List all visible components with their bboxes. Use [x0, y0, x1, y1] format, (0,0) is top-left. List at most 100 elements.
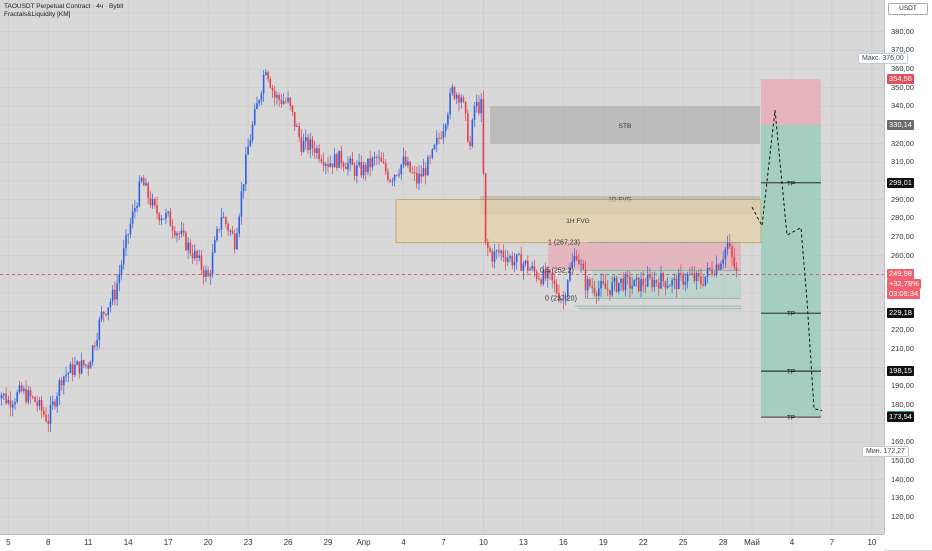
candle-body	[19, 385, 21, 392]
candle-body	[496, 251, 498, 252]
candle-body	[367, 159, 369, 173]
time-axis[interactable]: 5811141720232629Апр4710131619222528Май47…	[0, 534, 884, 551]
candle-body	[476, 102, 478, 106]
candle-body	[638, 278, 640, 291]
candle-body	[285, 101, 287, 102]
symbol-title[interactable]: TAOUSDT Perpetual Contract · 4ч · Bybit	[4, 3, 123, 11]
candle-body	[674, 278, 676, 280]
candle-body	[105, 314, 107, 315]
candle-body	[487, 242, 489, 248]
candle-body	[511, 256, 513, 265]
candle-body	[465, 102, 467, 113]
candle-body	[500, 251, 502, 253]
candle-body	[574, 256, 576, 262]
candle-body	[571, 262, 573, 268]
candle-body	[720, 264, 722, 270]
axis-corner[interactable]	[884, 534, 932, 550]
candle-body	[92, 346, 94, 362]
candle-body	[156, 205, 158, 213]
candle-body	[587, 279, 589, 290]
candle-body	[241, 191, 243, 216]
candle-body	[440, 138, 442, 139]
price-tick: 220,00	[891, 325, 914, 334]
candle-body	[67, 373, 69, 375]
candle-body	[529, 269, 531, 270]
price-label: 249,98	[887, 269, 914, 279]
price-tick: 140,00	[891, 475, 914, 484]
price-tick: 290,00	[891, 195, 914, 204]
candle-body	[70, 364, 72, 373]
candle-body	[147, 183, 149, 198]
candle-body	[158, 214, 160, 221]
max-price-tag: Макс. 376,00	[858, 53, 908, 64]
candle-body	[609, 290, 611, 295]
candle-body	[250, 140, 252, 146]
candle-body	[667, 286, 669, 288]
candle-body	[583, 264, 585, 270]
candle-body	[312, 139, 314, 148]
candle-body	[314, 148, 316, 153]
candle-body	[425, 168, 427, 175]
candle-body	[447, 115, 449, 125]
candle-body	[576, 256, 578, 260]
candle-body	[150, 198, 152, 206]
candle-body	[81, 360, 83, 373]
candle-body	[716, 265, 718, 275]
candle-body	[72, 364, 74, 375]
candle-body	[614, 278, 616, 282]
candle-body	[165, 213, 167, 219]
candle-body	[99, 319, 101, 339]
candle-body	[41, 400, 43, 411]
price-tick: 280,00	[891, 213, 914, 222]
candle-body	[163, 219, 165, 220]
candle-body	[87, 365, 89, 369]
candle-body	[43, 411, 45, 415]
candle-body	[438, 138, 440, 139]
candle-body	[152, 199, 154, 205]
price-chart[interactable]: STB1D FVG1H FVG 1 (267,23)0.5 (252,2)0 (…	[0, 0, 884, 534]
candle-body	[694, 273, 696, 280]
candle-body	[361, 162, 363, 175]
time-tick: Май	[744, 538, 760, 547]
price-tick: 360,00	[891, 64, 914, 73]
candle-body	[467, 113, 469, 141]
candle-body	[598, 288, 600, 295]
candle-body	[323, 162, 325, 166]
time-tick: 29	[324, 538, 333, 547]
candle-body	[449, 93, 451, 115]
candle-body	[709, 268, 711, 269]
candle-body	[607, 289, 609, 290]
candle-body	[625, 275, 627, 290]
candle-body	[389, 180, 391, 182]
candle-body	[176, 233, 178, 235]
candle-body	[10, 400, 12, 407]
candle-body	[210, 274, 212, 277]
candle-body	[245, 155, 247, 184]
candle-body	[596, 293, 598, 295]
candle-body	[456, 95, 458, 99]
candle-body	[54, 401, 56, 406]
indicator-title[interactable]: Fractals&Liquidity [KM]	[4, 11, 123, 19]
candle-body	[161, 219, 163, 221]
candle-body	[227, 224, 229, 231]
candle-body	[418, 174, 420, 184]
candle-body	[509, 256, 511, 258]
candle-body	[518, 254, 520, 255]
candle-body	[345, 167, 347, 169]
candle-body	[167, 212, 169, 213]
candle-body	[36, 402, 38, 406]
candle-body	[554, 280, 556, 283]
candle-body	[287, 98, 289, 102]
candle-body	[96, 340, 98, 346]
zones: STB1D FVG1H FVG	[396, 79, 821, 416]
time-tick: 11	[84, 538, 92, 547]
price-tick: 150,00	[891, 456, 914, 465]
candle-body	[205, 270, 207, 277]
candle-body	[591, 286, 593, 287]
candle-body	[301, 137, 303, 152]
currency-badge[interactable]: USDT	[888, 3, 928, 15]
candle-body	[347, 163, 349, 169]
candle-body	[491, 251, 493, 261]
candle-body	[276, 95, 278, 98]
candle-body	[645, 286, 647, 287]
